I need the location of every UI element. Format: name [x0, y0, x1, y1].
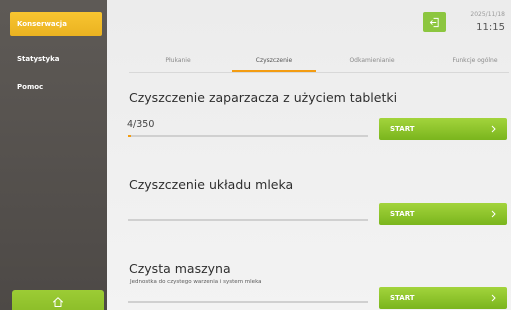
active-tab-indicator	[232, 70, 316, 72]
sidebar-item-label: Konserwacja	[17, 20, 67, 28]
time-display: 11:15	[476, 22, 505, 33]
tab-czyszczenie[interactable]: Czyszczenie	[256, 57, 292, 64]
logout-icon	[429, 17, 439, 27]
tablet-counter: 4/350	[127, 119, 155, 130]
item-subtitle: Jednostka do czystego warzenia i system …	[130, 279, 262, 285]
tab-plukanie[interactable]: Płukanie	[165, 57, 190, 64]
sidebar-item-label: Pomoc	[17, 83, 44, 91]
item-title: Czyszczenie zaparzacza z użyciem tabletk…	[129, 90, 398, 105]
start-button-clean-machine[interactable]: START	[379, 287, 507, 309]
maintenance-screen: Konserwacja Statystyka Pomoc 2025/11/18 …	[0, 0, 511, 310]
sidebar-item-pomoc[interactable]: Pomoc	[10, 75, 102, 99]
home-icon	[53, 297, 63, 307]
chevron-right-icon	[491, 210, 496, 218]
chevron-right-icon	[491, 294, 496, 302]
start-label: START	[390, 210, 415, 218]
start-button-brewer-cleaning[interactable]: START	[379, 118, 507, 140]
progress-track	[128, 219, 368, 221]
chevron-right-icon	[491, 125, 496, 133]
start-label: START	[390, 125, 415, 133]
start-button-milk-cleaning[interactable]: START	[379, 203, 507, 225]
progress-track	[128, 301, 368, 303]
sidebar: Konserwacja Statystyka Pomoc	[0, 0, 107, 310]
main-panel: 2025/11/18 11:15 Płukanie Czyszczenie Od…	[107, 0, 511, 310]
home-button[interactable]	[12, 290, 104, 310]
progress-fill	[128, 135, 131, 137]
item-title: Czysta maszyna	[129, 261, 231, 276]
tab-funkcje-ogolne[interactable]: Funkcje ogólne	[452, 57, 497, 64]
date-display: 2025/11/18	[470, 11, 505, 18]
sidebar-item-statystyka[interactable]: Statystyka	[10, 47, 102, 71]
tab-bar: Płukanie Czyszczenie Odkamienianie Funkc…	[129, 54, 509, 73]
start-label: START	[390, 294, 415, 302]
sidebar-item-label: Statystyka	[17, 55, 60, 63]
logout-button[interactable]	[423, 12, 446, 32]
sidebar-item-konserwacja[interactable]: Konserwacja	[10, 12, 102, 36]
progress-track	[128, 135, 368, 137]
tab-odkamienianie[interactable]: Odkamienianie	[349, 57, 394, 64]
item-title: Czyszczenie układu mleka	[129, 177, 294, 192]
